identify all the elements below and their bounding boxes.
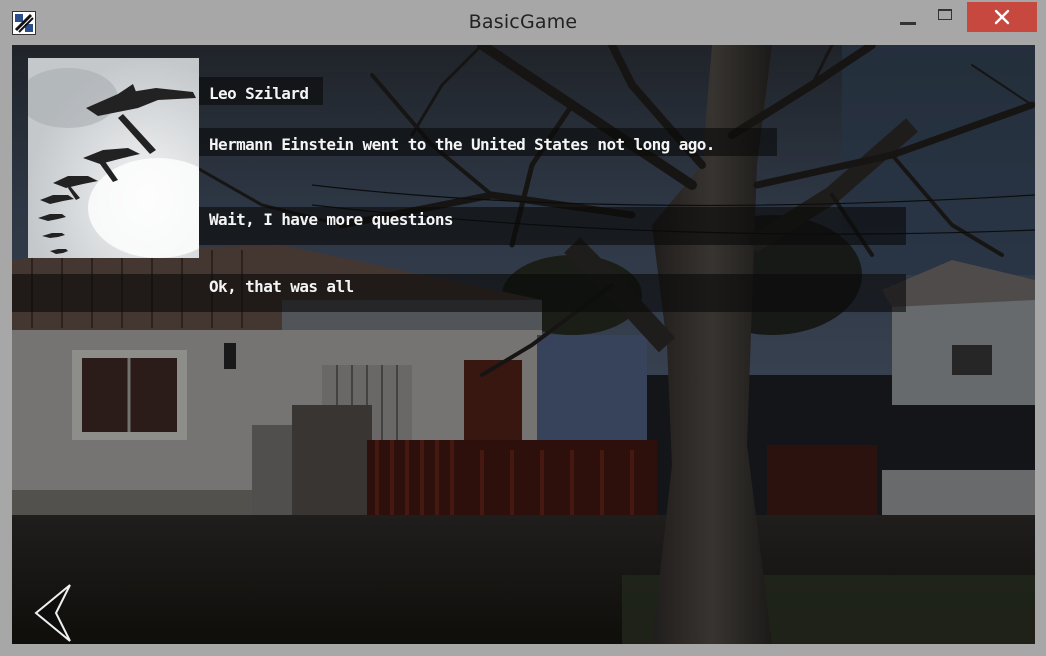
maximize-icon xyxy=(938,8,952,20)
option-that-was-all-label[interactable]: Ok, that was all xyxy=(209,277,354,296)
title-bar[interactable]: BasicGame xyxy=(0,0,1046,44)
speaker-portrait xyxy=(28,58,199,258)
minimize-button[interactable] xyxy=(893,2,923,32)
speaker-name: Leo Szilard xyxy=(209,84,309,103)
back-button[interactable] xyxy=(32,583,76,643)
window-title: BasicGame xyxy=(468,11,578,33)
option-that-was-all[interactable] xyxy=(12,274,906,312)
minimize-icon xyxy=(900,21,916,25)
game-window: BasicGame Leo Szilard Hermann Einstein w… xyxy=(0,0,1046,656)
option-more-questions-label[interactable]: Wait, I have more questions xyxy=(209,210,453,229)
close-button[interactable] xyxy=(967,2,1037,32)
bomber-planes-portrait xyxy=(28,58,199,258)
dialogue-line: Hermann Einstein went to the United Stat… xyxy=(209,135,715,154)
maximize-button[interactable] xyxy=(930,2,960,32)
back-chevron-icon xyxy=(34,584,71,642)
game-scene[interactable]: Leo Szilard Hermann Einstein went to the… xyxy=(12,45,1035,644)
close-icon xyxy=(994,9,1010,25)
